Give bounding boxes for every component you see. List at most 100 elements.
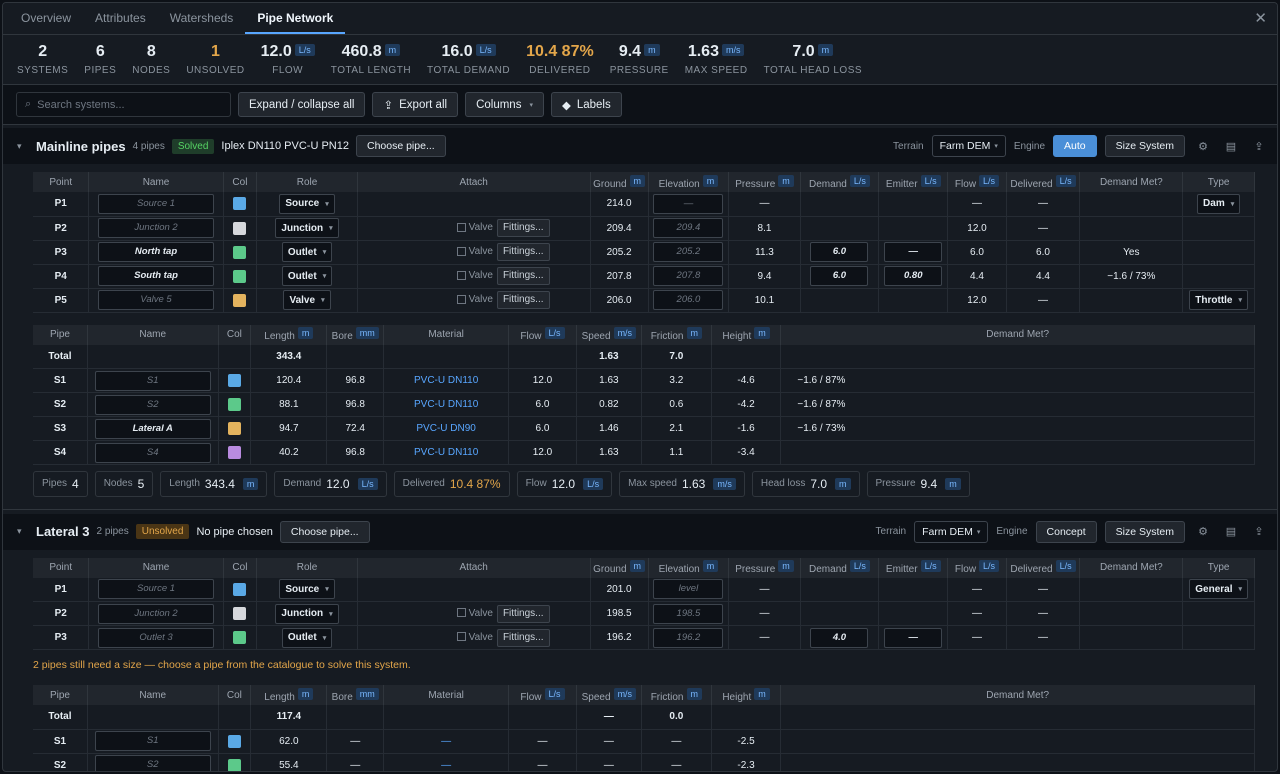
choose-pipe-button[interactable]: Choose pipe... [279,520,370,543]
share-icon[interactable]: ⇪ [1249,140,1269,153]
fittings-button[interactable]: Fittings... [496,219,550,237]
valve-checkbox[interactable] [456,270,466,280]
gear-icon[interactable]: ⚙ [1193,140,1213,153]
pipe-name-input[interactable]: S1 [94,370,211,391]
share-icon[interactable]: ⇪ [1249,525,1269,538]
role-select[interactable]: Source ▾ [279,193,335,214]
demand-input[interactable]: 4.0 [810,627,869,648]
color-swatch[interactable] [233,607,247,620]
node-name-input[interactable]: Junction 2 [98,218,215,238]
material-link[interactable]: PVC-U DN110 [414,447,478,458]
valve-checkbox[interactable] [456,608,466,618]
role-select[interactable]: Junction ▾ [275,603,339,624]
elevation-input[interactable]: 205.2 [653,242,724,262]
tab-watersheds[interactable]: Watersheds [158,3,246,34]
expand-collapse-button[interactable]: Expand / collapse all [238,92,366,117]
pipe-name-input[interactable]: S4 [94,442,211,463]
node-name-input[interactable]: North tap [98,242,215,262]
size-system-button[interactable]: Size System [1104,520,1185,543]
type-select[interactable]: Dam ▾ [1197,193,1241,214]
document-icon[interactable]: ▤ [1221,140,1241,153]
node-name-input[interactable]: Outlet 3 [98,627,215,648]
demand-input[interactable]: 6.0 [810,242,869,262]
color-swatch[interactable] [227,398,241,411]
type-select[interactable]: General ▾ [1189,579,1249,600]
node-table-header: Point Name Col Role Attach Ground m Elevation m P… [33,172,1255,192]
color-swatch[interactable] [227,374,241,387]
terrain-select[interactable]: Farm DEM ▾ [931,135,1006,157]
document-icon[interactable]: ▤ [1221,525,1241,538]
fittings-button[interactable]: Fittings... [496,604,550,623]
elevation-input[interactable]: 209.4 [653,218,724,238]
pipe-name-input[interactable]: Lateral A [94,418,211,439]
engine-button[interactable]: Auto [1053,135,1097,157]
terrain-select[interactable]: Farm DEM ▾ [914,520,989,543]
color-swatch[interactable] [233,631,247,644]
color-swatch[interactable] [233,293,247,307]
node-name-input[interactable]: Source 1 [98,579,215,600]
elevation-input[interactable]: — [653,193,724,214]
material-link[interactable]: PVC-U DN90 [416,423,475,434]
tab-overview[interactable]: Overview [9,3,83,34]
pipe-name-input[interactable]: S2 [94,755,211,771]
gear-icon[interactable]: ⚙ [1193,525,1213,538]
material-link[interactable]: — [441,736,451,747]
fittings-button[interactable]: Fittings... [496,628,550,647]
role-select[interactable]: Outlet ▾ [281,242,333,262]
search-input[interactable]: ⌕ Search systems... [16,92,231,117]
color-swatch[interactable] [233,269,247,283]
material-link[interactable]: — [441,760,451,771]
tab-attributes[interactable]: Attributes [83,3,158,34]
chevron-down-icon: ▾ [1238,297,1243,304]
labels-button[interactable]: ◆ Labels [550,92,622,117]
tab-pipe-network[interactable]: Pipe Network [245,3,346,34]
role-select[interactable]: Source ▾ [279,579,335,600]
material-link[interactable]: PVC-U DN110 [414,399,478,410]
elevation-input[interactable]: 196.2 [653,627,724,648]
emitter-input[interactable]: 0.80 [884,266,943,286]
fittings-button[interactable]: Fittings... [496,243,550,261]
color-swatch[interactable] [227,422,241,435]
node-name-input[interactable]: Valve 5 [98,290,215,310]
node-name-input[interactable]: Junction 2 [98,603,215,624]
size-system-button[interactable]: Size System [1104,135,1185,157]
fittings-button[interactable]: Fittings... [496,291,550,309]
role-select[interactable]: Outlet ▾ [281,627,333,648]
color-swatch[interactable] [227,758,241,771]
unit-badge: L/s [544,327,565,339]
valve-checkbox[interactable] [456,246,466,256]
node-name-input[interactable]: South tap [98,266,215,286]
node-name-input[interactable]: Source 1 [98,193,215,214]
elevation-input[interactable]: 207.8 [653,266,724,286]
pipe-name-input[interactable]: S1 [94,731,211,751]
valve-checkbox[interactable] [456,222,466,232]
color-swatch[interactable] [227,446,241,459]
pipe-name-input[interactable]: S2 [94,394,211,415]
demand-input[interactable]: 6.0 [810,266,869,286]
emitter-input[interactable]: — [884,627,943,648]
type-select[interactable]: Throttle ▾ [1189,290,1249,310]
columns-button[interactable]: Columns ▾ [465,92,544,117]
elevation-input[interactable]: 198.5 [653,603,724,624]
color-swatch[interactable] [233,245,247,259]
chevron-down-icon[interactable]: ▾ [17,526,29,537]
export-all-button[interactable]: ⇪ Export all [372,92,459,117]
choose-pipe-button[interactable]: Choose pipe... [355,135,446,157]
role-select[interactable]: Valve ▾ [283,290,331,310]
close-icon[interactable]: ✕ [1254,9,1267,27]
engine-button[interactable]: Concept [1035,520,1097,543]
color-swatch[interactable] [227,734,241,748]
valve-checkbox[interactable] [456,294,466,304]
emitter-input[interactable]: — [884,242,943,262]
material-link[interactable]: PVC-U DN110 [414,375,478,386]
color-swatch[interactable] [233,197,247,211]
role-select[interactable]: Junction ▾ [275,218,339,238]
elevation-input[interactable]: 206.0 [653,290,724,310]
color-swatch[interactable] [233,221,247,235]
chevron-down-icon[interactable]: ▾ [17,141,29,152]
valve-checkbox[interactable] [456,632,466,642]
role-select[interactable]: Outlet ▾ [281,266,333,286]
color-swatch[interactable] [233,582,247,596]
elevation-input[interactable]: level [653,579,724,600]
fittings-button[interactable]: Fittings... [496,267,550,285]
